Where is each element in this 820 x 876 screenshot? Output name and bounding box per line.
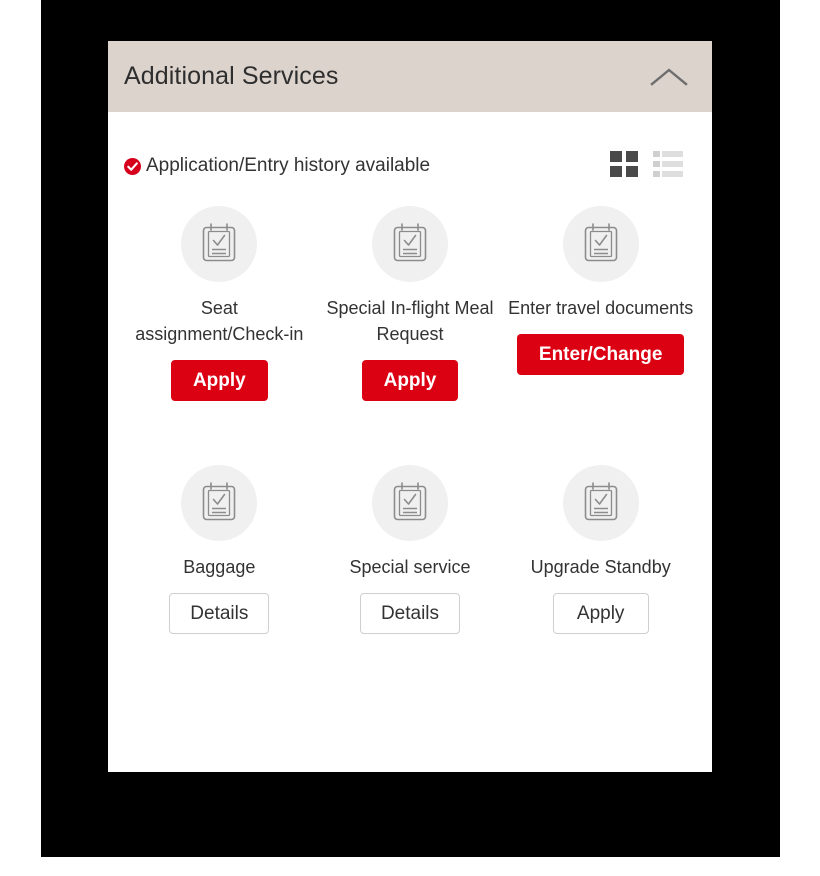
status-text: Application/Entry history available	[146, 155, 431, 176]
status-row: Application/Entry history available	[124, 150, 696, 182]
service-tile: Seat assignment/Check-in Apply	[124, 206, 315, 401]
service-tile-action: Details	[169, 593, 270, 634]
service-tile-label: Enter travel documents	[508, 298, 694, 318]
service-tile-action: Apply	[170, 360, 268, 401]
enter-change-button[interactable]: Enter/Change	[516, 334, 685, 375]
screen: Additional Services Application/Entry hi…	[0, 0, 820, 876]
service-tile: Special In-flight Meal Request Apply	[315, 206, 506, 401]
service-tile-grid-row-2: Baggage Details Special service Details …	[124, 465, 696, 634]
clipboard-check-icon	[371, 465, 448, 541]
check-circle-icon	[124, 157, 141, 175]
service-tile-label: Baggage	[183, 557, 256, 577]
service-tile: Special service Details	[315, 465, 506, 634]
service-tile-action: Apply	[552, 593, 649, 634]
details-button[interactable]: Details	[169, 593, 270, 634]
clipboard-check-icon	[181, 206, 258, 282]
view-mode-toggles	[610, 150, 683, 182]
service-tile: Upgrade Standby Apply	[505, 465, 696, 634]
service-tile: Enter travel documents Enter/Change	[505, 206, 696, 401]
clipboard-check-icon	[562, 206, 639, 282]
page-title: Additional Services	[124, 62, 339, 90]
details-button[interactable]: Details	[359, 593, 461, 634]
service-tile: Baggage Details	[124, 465, 315, 634]
collapse-toggle-button[interactable]	[648, 56, 690, 98]
service-tile-action: Apply	[361, 360, 459, 401]
clipboard-check-icon	[181, 465, 258, 541]
grid-view-icon[interactable]	[610, 150, 638, 182]
service-tile-label: Upgrade Standby	[530, 557, 671, 577]
card-header[interactable]: Additional Services	[108, 41, 712, 112]
service-tile-action: Enter/Change	[516, 334, 685, 375]
card-body: Application/Entry history available Seat…	[108, 150, 712, 634]
clipboard-check-icon	[371, 206, 448, 282]
apply-button[interactable]: Apply	[170, 360, 268, 401]
service-tile-action: Details	[359, 593, 461, 634]
status-message: Application/Entry history available	[124, 155, 610, 177]
service-tile-label: Special In-flight Meal Request	[326, 298, 494, 344]
row-spacer	[124, 401, 696, 438]
service-tile-label: Seat assignment/Check-in	[135, 298, 304, 344]
list-view-icon[interactable]	[653, 150, 683, 182]
additional-services-card: Additional Services Application/Entry hi…	[108, 41, 712, 772]
apply-button[interactable]: Apply	[552, 593, 649, 634]
chevron-up-icon	[650, 66, 688, 88]
clipboard-check-icon	[562, 465, 639, 541]
service-tile-grid-row-1: Seat assignment/Check-in Apply Special I…	[124, 206, 696, 401]
service-tile-label: Special service	[349, 557, 471, 577]
apply-button[interactable]: Apply	[361, 360, 459, 401]
